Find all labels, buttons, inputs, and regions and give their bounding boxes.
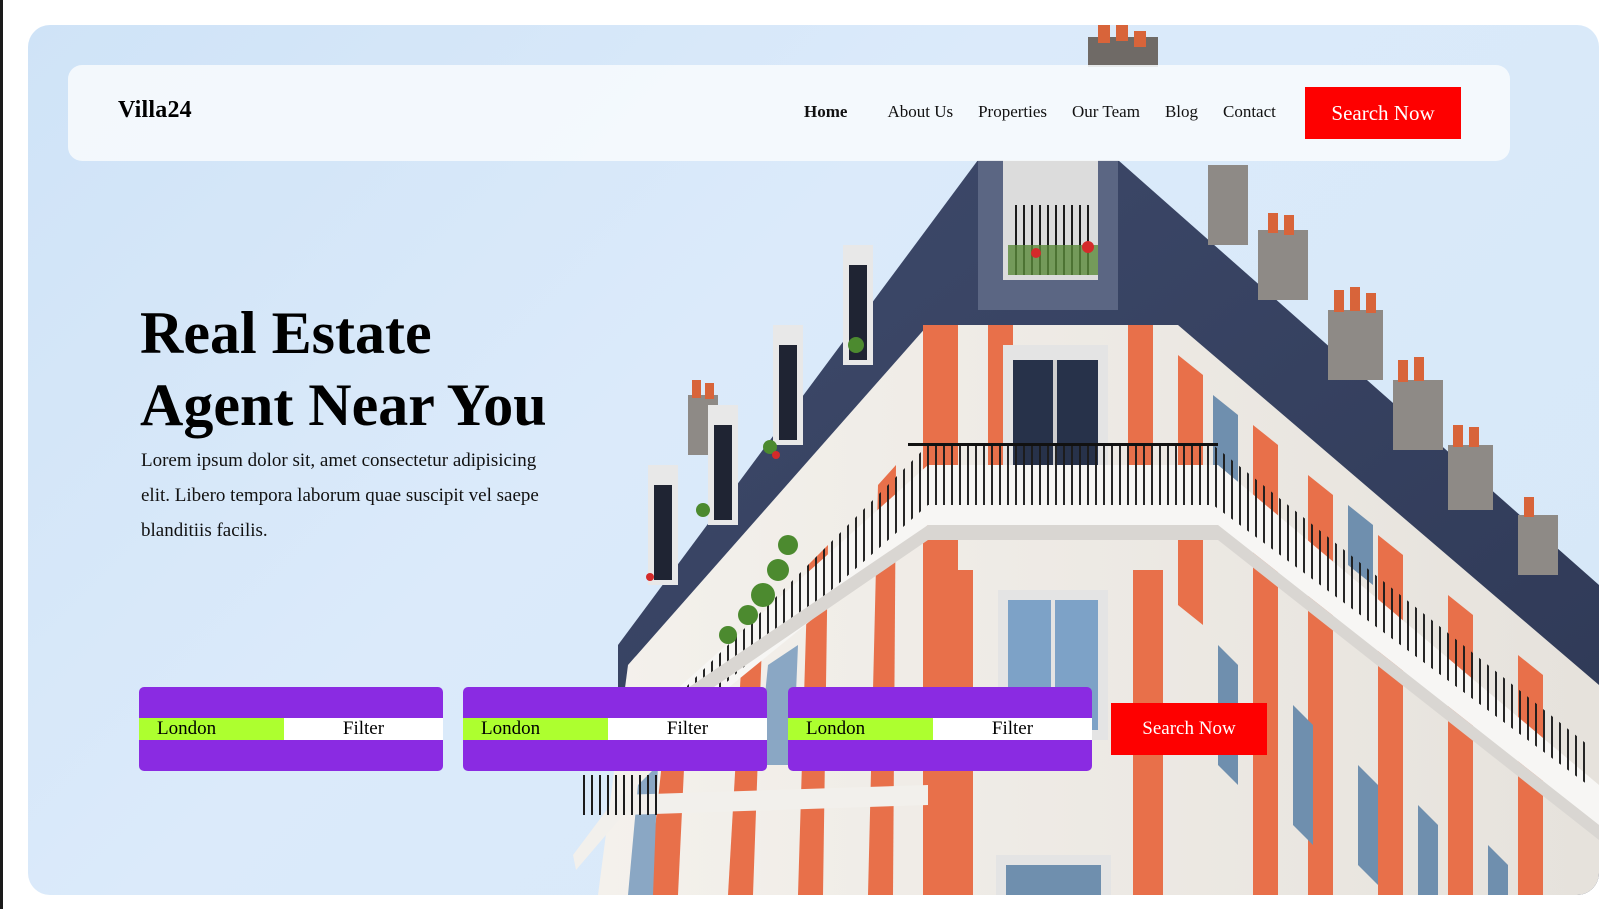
filter-button[interactable]: Filter [933, 718, 1092, 740]
hero-title-line1: Real Estate [140, 300, 432, 366]
filter-row: London Filter [463, 718, 767, 740]
browser-edge [0, 0, 3, 909]
hero-section: Villa24 Home About Us Properties Our Tea… [28, 25, 1599, 895]
location-select[interactable]: London [788, 718, 933, 740]
nav-links: Home About Us Properties Our Team Blog C… [804, 102, 1301, 122]
filter-button[interactable]: Filter [284, 718, 443, 740]
top-navbar: Villa24 Home About Us Properties Our Tea… [68, 65, 1510, 161]
nav-link-contact[interactable]: Contact [1223, 102, 1276, 122]
filter-button[interactable]: Filter [608, 718, 767, 740]
nav-link-home[interactable]: Home [804, 102, 847, 122]
hero-title: Real Estate Agent Near You [140, 297, 660, 441]
hero-description: Lorem ipsum dolor sit, amet consectetur … [141, 450, 539, 541]
nav-link-properties[interactable]: Properties [978, 102, 1047, 122]
filter-row: London Filter [139, 718, 443, 740]
nav-search-now-button[interactable]: Search Now [1305, 87, 1461, 139]
nav-link-our-team[interactable]: Our Team [1072, 102, 1140, 122]
site-logo[interactable]: Villa24 [118, 97, 192, 124]
filter-card-2: London Filter [463, 687, 767, 771]
location-select[interactable]: London [463, 718, 608, 740]
filter-card-1: London Filter [139, 687, 443, 771]
filter-row: London Filter [788, 718, 1092, 740]
hero-title-line2: Agent Near You [140, 372, 547, 438]
nav-link-blog[interactable]: Blog [1165, 102, 1198, 122]
hero-search-now-button[interactable]: Search Now [1111, 703, 1267, 755]
filter-card-3: London Filter [788, 687, 1092, 771]
nav-link-about-us[interactable]: About Us [887, 102, 953, 122]
location-select[interactable]: London [139, 718, 284, 740]
